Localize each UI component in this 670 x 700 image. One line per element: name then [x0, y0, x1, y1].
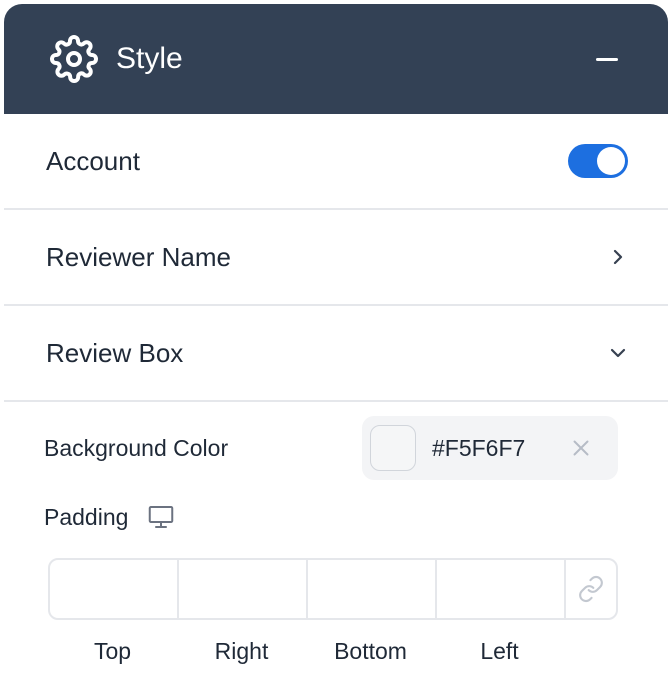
padding-captions: Top Right Bottom Left [48, 638, 618, 665]
account-toggle[interactable] [568, 144, 628, 178]
padding-bottom-caption: Bottom [334, 638, 407, 664]
padding-label: Padding [44, 503, 129, 530]
reviewer-name-label: Reviewer Name [46, 241, 231, 272]
padding-left-input[interactable] [437, 560, 566, 618]
close-icon[interactable] [568, 435, 594, 461]
link-icon[interactable] [566, 560, 616, 618]
padding-right-caption: Right [214, 638, 269, 664]
chevron-right-icon[interactable] [606, 245, 630, 269]
padding-bottom-input[interactable] [308, 560, 437, 618]
chevron-down-icon[interactable] [606, 341, 630, 365]
panel-title: Style [116, 42, 183, 75]
padding-top-caption: Top [93, 638, 132, 664]
review-box-label: Review Box [46, 337, 184, 368]
minus-icon[interactable] [596, 57, 618, 61]
padding-left-caption: Left [480, 638, 519, 664]
panel-header[interactable]: Style [4, 4, 668, 114]
account-row: Account [4, 114, 668, 210]
style-panel: Style Account Reviewer Name Review Box B… [4, 4, 668, 700]
padding-top-input[interactable] [50, 560, 179, 618]
background-color-label: Background Color [44, 434, 229, 461]
background-color-setting: Background Color #F5F6F7 [44, 416, 618, 480]
review-box-row[interactable]: Review Box [4, 306, 668, 402]
color-hex-value[interactable]: #F5F6F7 [432, 435, 568, 462]
padding-inputs [48, 558, 618, 620]
review-box-settings: Background Color #F5F6F7 Padding Top Rig… [4, 402, 668, 665]
color-picker[interactable]: #F5F6F7 [362, 416, 618, 480]
account-label: Account [46, 145, 140, 176]
color-swatch[interactable] [370, 425, 416, 471]
reviewer-name-row[interactable]: Reviewer Name [4, 210, 668, 306]
padding-right-input[interactable] [179, 560, 308, 618]
padding-setting: Padding [44, 486, 618, 548]
gear-icon [50, 35, 98, 83]
monitor-icon[interactable] [146, 502, 176, 532]
toggle-knob [597, 147, 625, 175]
